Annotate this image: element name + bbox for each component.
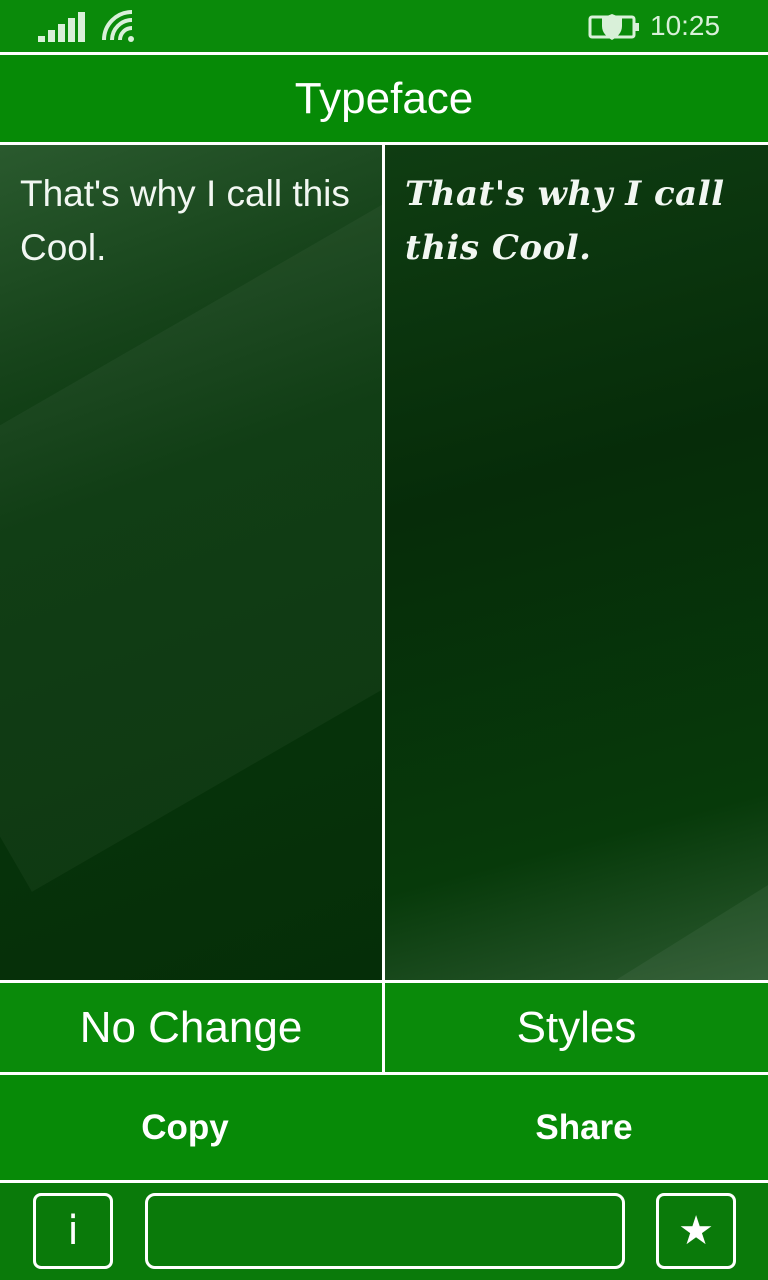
text-input-box[interactable] (145, 1193, 625, 1269)
info-button[interactable]: i (33, 1193, 113, 1269)
styled-text-pane: That's why I call this Cool. (385, 145, 768, 980)
signal-strength-icon (38, 12, 85, 42)
original-text-pane[interactable]: That's why I call this Cool. (0, 145, 382, 980)
share-button[interactable]: Share (384, 1075, 768, 1180)
no-change-button[interactable]: No Change (0, 983, 382, 1072)
battery-saver-icon (588, 14, 639, 40)
action-row: Copy Share (0, 1075, 768, 1180)
bottom-bar: i ★ (0, 1183, 768, 1280)
wifi-icon (102, 10, 134, 42)
copy-button[interactable]: Copy (0, 1075, 370, 1180)
original-text[interactable]: That's why I call this Cool. (20, 167, 360, 275)
star-icon[interactable]: ★ (656, 1193, 736, 1269)
styled-text: That's why I call this Cool. (405, 174, 725, 268)
status-bar: 10:25 (0, 0, 768, 52)
styles-button[interactable]: Styles (385, 983, 768, 1072)
status-time: 10:25 (650, 10, 721, 41)
page-title: Typeface (294, 73, 474, 123)
title-bar: Typeface (0, 55, 768, 142)
